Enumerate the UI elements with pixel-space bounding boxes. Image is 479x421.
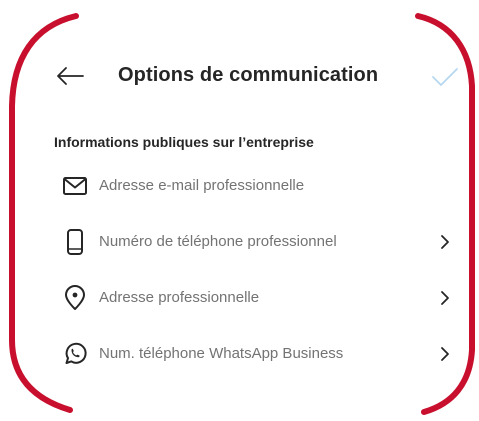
email-option-row[interactable]: Adresse e-mail professionnelle [54,166,454,206]
address-option-row[interactable]: Adresse professionnelle [54,278,454,318]
phone-option-row[interactable]: Numéro de téléphone professionnel [54,222,454,262]
envelope-icon [61,172,89,200]
whatsapp-option-row[interactable]: Num. téléphone WhatsApp Business [54,334,454,374]
arrow-left-icon [57,67,84,85]
option-label: Adresse professionnelle [99,289,260,306]
back-button[interactable] [50,62,90,90]
communication-options-screen: Options de communication Informations pu… [0,0,479,421]
phone-icon [61,228,89,256]
option-label: Num. téléphone WhatsApp Business [99,345,344,362]
option-label: Adresse e-mail professionnelle [99,177,305,194]
chevron-right-icon [436,344,454,364]
option-label: Numéro de téléphone professionnel [99,233,337,250]
checkmark-icon [432,68,458,86]
chevron-right-icon [436,232,454,252]
chevron-right-icon [436,288,454,308]
page-title: Options de communication [118,64,379,86]
confirm-button[interactable] [428,64,462,90]
whatsapp-icon [61,340,89,368]
location-pin-icon [61,284,89,312]
section-title: Informations publiques sur l’entreprise [54,134,314,150]
header-bar: Options de communication [0,52,479,102]
